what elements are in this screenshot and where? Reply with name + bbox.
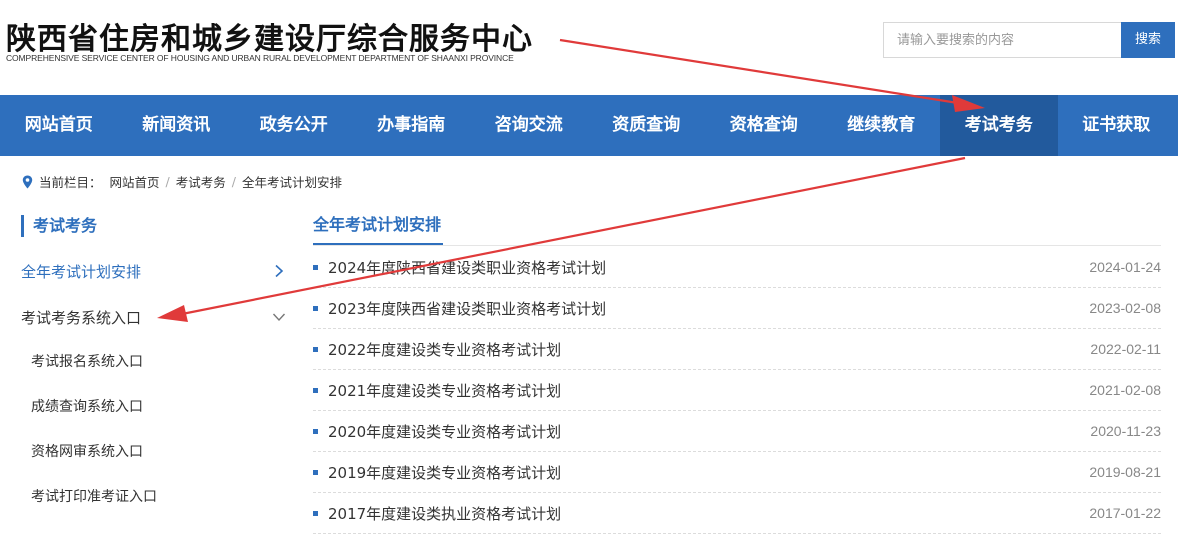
sidebar-item-exam-system-entry[interactable]: 考试考务系统入口 — [21, 305, 286, 329]
breadcrumb-separator: / — [231, 174, 236, 189]
nav-item-certification-query[interactable]: 资格查询 — [705, 95, 823, 156]
bullet-icon — [313, 387, 318, 393]
list-item[interactable]: 2023年度陕西省建设类职业资格考试计划 2023-02-08 — [313, 288, 1161, 329]
search-input[interactable] — [883, 22, 1122, 58]
breadcrumb-item-current[interactable]: 全年考试计划安排 — [242, 172, 342, 191]
chevron-right-icon — [275, 264, 284, 278]
breadcrumb-separator: / — [165, 174, 170, 189]
bullet-icon — [313, 305, 318, 311]
list-item-date: 2020-11-23 — [1090, 423, 1161, 439]
bullet-icon — [313, 510, 318, 516]
bullet-icon — [313, 346, 318, 352]
nav-item-certificates[interactable]: 证书获取 — [1058, 95, 1176, 156]
nav-item-home[interactable]: 网站首页 — [0, 95, 118, 156]
list-item[interactable]: 2022年度建设类专业资格考试计划 2022-02-11 — [313, 329, 1161, 370]
list-item-title[interactable]: 2017年度建设类执业资格考试计划 — [328, 503, 1089, 524]
list-item[interactable]: 2020年度建设类专业资格考试计划 2020-11-23 — [313, 411, 1161, 452]
list-item[interactable]: 2019年度建设类专业资格考试计划 2019-08-21 — [313, 452, 1161, 493]
bullet-icon — [313, 264, 318, 270]
main-nav: 网站首页 新闻资讯 政务公开 办事指南 咨询交流 资质查询 资格查询 继续教育 … — [0, 95, 1178, 156]
sidebar-subitem-qualification-review[interactable]: 资格网审系统入口 — [31, 441, 143, 463]
breadcrumb-item-exams[interactable]: 考试考务 — [176, 172, 226, 191]
search-button[interactable]: 搜索 — [1121, 22, 1175, 58]
breadcrumb-prefix: 当前栏目： — [39, 175, 102, 190]
bullet-icon — [313, 469, 318, 475]
sidebar-subitem-registration[interactable]: 考试报名系统入口 — [31, 351, 143, 373]
nav-item-government-affairs[interactable]: 政务公开 — [235, 95, 353, 156]
list-item-date: 2021-02-08 — [1089, 382, 1161, 398]
breadcrumb-item-home[interactable]: 网站首页 — [110, 172, 160, 191]
sidebar-subitem-admission-ticket[interactable]: 考试打印准考证入口 — [31, 486, 157, 508]
nav-item-exams[interactable]: 考试考务 — [940, 95, 1058, 156]
nav-item-service-guide[interactable]: 办事指南 — [353, 95, 471, 156]
sidebar-heading: 考试考务 — [21, 215, 97, 237]
breadcrumb: 当前栏目： 网站首页 / 考试考务 / 全年考试计划安排 — [22, 172, 342, 191]
site-header: 陕西省住房和城乡建设厅综合服务中心 COMPREHENSIVE SERVICE … — [0, 0, 1178, 95]
list-item-title[interactable]: 2023年度陕西省建设类职业资格考试计划 — [328, 298, 1089, 319]
list-item-date: 2024-01-24 — [1089, 259, 1161, 275]
list-item-title[interactable]: 2021年度建设类专业资格考试计划 — [328, 380, 1089, 401]
list-item-date: 2017-01-22 — [1089, 505, 1161, 521]
nav-item-qualification-query[interactable]: 资质查询 — [588, 95, 706, 156]
list-item-title[interactable]: 2020年度建设类专业资格考试计划 — [328, 421, 1090, 442]
site-title[interactable]: 陕西省住房和城乡建设厅综合服务中心 — [6, 14, 533, 58]
article-list: 2024年度陕西省建设类职业资格考试计划 2024-01-24 2023年度陕西… — [313, 247, 1161, 534]
list-item[interactable]: 2021年度建设类专业资格考试计划 2021-02-08 — [313, 370, 1161, 411]
site-subtitle: COMPREHENSIVE SERVICE CENTER OF HOUSING … — [6, 53, 514, 63]
list-item-title[interactable]: 2022年度建设类专业资格考试计划 — [328, 339, 1090, 360]
nav-item-news[interactable]: 新闻资讯 — [118, 95, 236, 156]
sidebar-item-label: 全年考试计划安排 — [21, 262, 142, 281]
sidebar-item-annual-exam-plan[interactable]: 全年考试计划安排 — [21, 259, 286, 283]
nav-item-continuing-education[interactable]: 继续教育 — [823, 95, 941, 156]
chevron-down-icon — [272, 313, 286, 322]
list-item-date: 2022-02-11 — [1090, 341, 1161, 357]
list-item-date: 2023-02-08 — [1089, 300, 1161, 316]
divider — [313, 245, 1161, 246]
location-pin-icon — [22, 175, 33, 188]
list-item[interactable]: 2024年度陕西省建设类职业资格考试计划 2024-01-24 — [313, 247, 1161, 288]
sidebar-item-label: 考试考务系统入口 — [21, 308, 142, 327]
content-tab-title: 全年考试计划安排 — [313, 213, 444, 246]
nav-item-consultation[interactable]: 咨询交流 — [470, 95, 588, 156]
list-item-title[interactable]: 2019年度建设类专业资格考试计划 — [328, 462, 1089, 483]
sidebar-subitem-score-query[interactable]: 成绩查询系统入口 — [31, 396, 143, 418]
list-item-title[interactable]: 2024年度陕西省建设类职业资格考试计划 — [328, 257, 1089, 278]
bullet-icon — [313, 428, 318, 434]
list-item[interactable]: 2017年度建设类执业资格考试计划 2017-01-22 — [313, 493, 1161, 534]
list-item-date: 2019-08-21 — [1089, 464, 1161, 480]
